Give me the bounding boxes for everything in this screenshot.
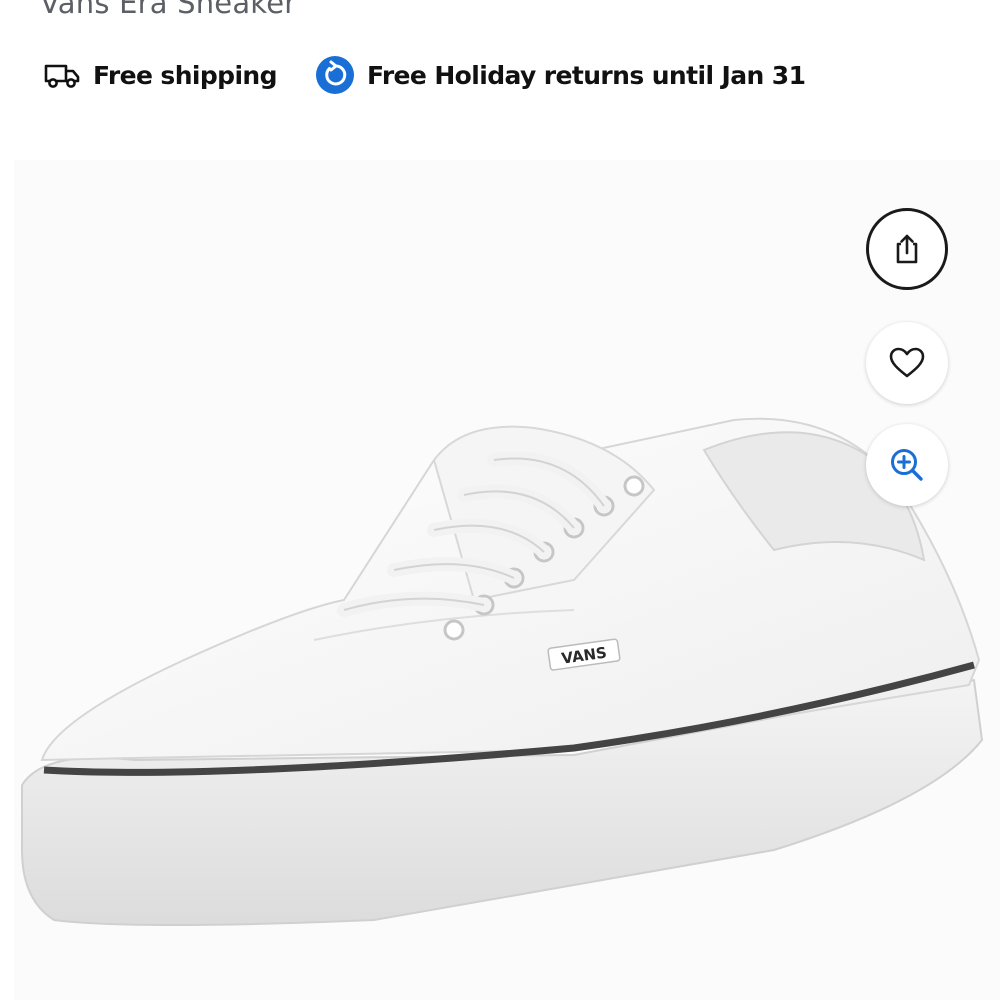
favorite-button[interactable] xyxy=(866,322,948,404)
truck-icon xyxy=(44,64,80,88)
zoom-button[interactable] xyxy=(866,424,948,506)
perk-label-returns: Free Holiday returns until Jan 31 xyxy=(366,60,806,90)
product-title: Vans Era Sneaker xyxy=(40,0,297,20)
product-page: Vans Era Sneaker Free shipping Free Holi… xyxy=(0,0,1000,1000)
returns-icon xyxy=(315,56,354,94)
perk-holiday-returns: Free Holiday returns until Jan 31 xyxy=(315,55,806,95)
perk-label-shipping: Free shipping xyxy=(93,60,278,90)
perk-free-shipping: Free shipping xyxy=(43,60,278,90)
share-icon xyxy=(896,234,918,264)
sneaker-illustration: VANS xyxy=(21,417,984,926)
zoom-in-icon xyxy=(891,449,923,481)
heart-icon xyxy=(889,347,925,378)
product-image[interactable]: VANS xyxy=(14,160,1000,1000)
perks-row: Free shipping Free Holiday returns until… xyxy=(43,52,806,98)
share-button[interactable] xyxy=(866,208,948,290)
